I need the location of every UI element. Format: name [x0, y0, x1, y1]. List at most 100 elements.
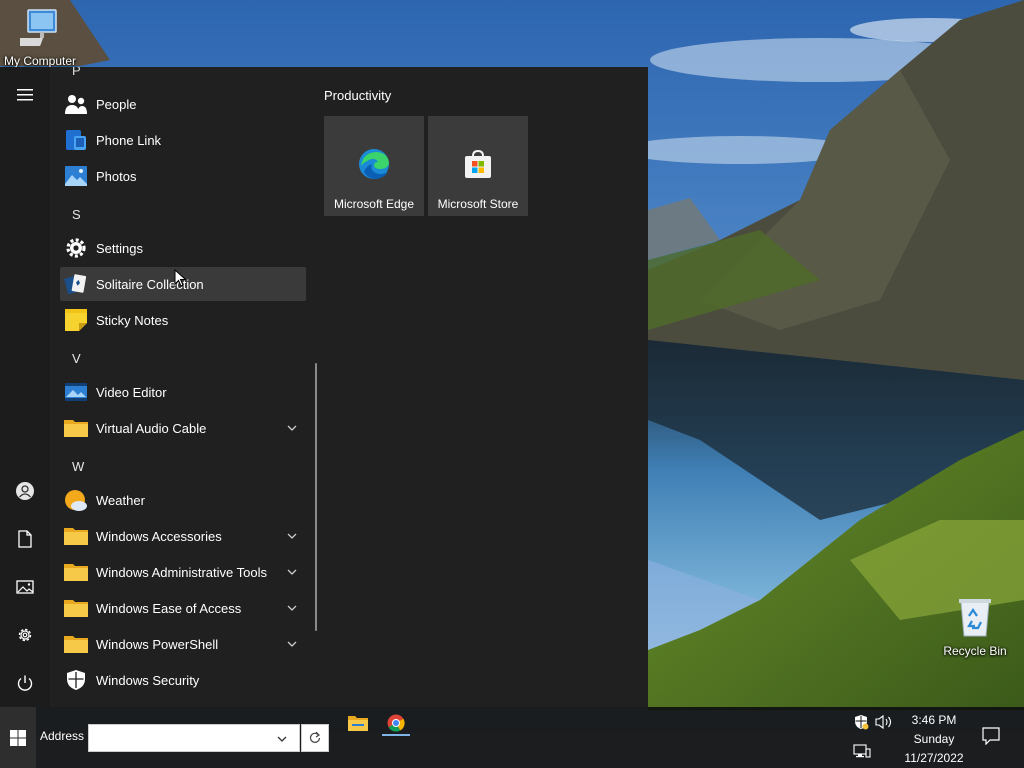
app-item-label: Weather — [96, 492, 145, 508]
active-app-indicator — [382, 734, 410, 736]
account-button[interactable] — [0, 467, 50, 515]
app-item-label: Windows Administrative Tools — [96, 564, 267, 580]
chevron-down-icon[interactable] — [275, 732, 289, 746]
power-icon — [17, 675, 33, 691]
folder-icon — [64, 560, 88, 584]
phone-link-icon — [64, 128, 88, 152]
picture-icon — [16, 580, 34, 594]
address-box — [88, 724, 300, 752]
app-item-people[interactable]: People — [60, 87, 306, 121]
app-item-windows-security[interactable]: Windows Security — [60, 663, 306, 697]
app-item-label: People — [96, 96, 137, 112]
refresh-icon — [309, 731, 321, 743]
app-item-video-editor[interactable]: Video Editor — [60, 375, 306, 409]
chrome-icon — [387, 714, 405, 732]
sticky-note-icon — [64, 308, 88, 332]
start-button[interactable] — [0, 707, 36, 768]
taskbar-file-explorer[interactable] — [338, 707, 378, 768]
address-go-button[interactable] — [301, 724, 329, 752]
photos-icon — [64, 164, 88, 188]
hamburger-icon — [17, 89, 33, 101]
windows-logo-icon — [10, 729, 26, 746]
app-item-label: Windows Security — [96, 672, 200, 688]
clock-day: Sunday — [913, 732, 955, 746]
address-toolbar-label: Address — [40, 729, 85, 743]
app-item-photos[interactable]: Photos — [60, 159, 306, 193]
app-item-label: Windows Ease of Access — [96, 600, 242, 616]
app-item-label: Windows Accessories — [96, 528, 222, 544]
people-icon — [64, 92, 88, 116]
chevron-down-icon[interactable] — [286, 422, 298, 434]
notification-icon[interactable] — [982, 727, 1000, 745]
tile-label: Microsoft Edge — [333, 197, 415, 211]
app-item-label: Sticky Notes — [96, 312, 169, 328]
app-list-scrollbar[interactable] — [315, 363, 317, 631]
gear-icon — [64, 236, 88, 260]
folder-icon — [64, 416, 88, 440]
settings-rail-button[interactable] — [0, 611, 50, 659]
app-item-label: Virtual Audio Cable — [96, 420, 207, 436]
expand-menu-button[interactable] — [0, 71, 50, 119]
taskbar-clock[interactable]: 3:46 PM Sunday 11/27/2022 — [898, 711, 970, 768]
letter-header-partial: P — [72, 67, 81, 77]
documents-button[interactable] — [0, 515, 50, 563]
network-icon[interactable] — [853, 744, 871, 760]
taskbar: Address 3:46 PM Sunday 11/27/2022 — [0, 707, 1024, 768]
address-input[interactable] — [89, 725, 273, 751]
app-item-label: Solitaire Collection — [96, 276, 204, 292]
letter-header-w[interactable]: W — [60, 449, 306, 483]
shield-icon — [64, 668, 88, 692]
video-editor-icon — [64, 380, 88, 404]
app-item-windows-administrative-tools[interactable]: Windows Administrative Tools — [60, 555, 306, 589]
app-item-label: Photos — [96, 168, 137, 184]
start-menu: P People Phone Link Photos S Settings So… — [0, 67, 648, 707]
pictures-button[interactable] — [0, 563, 50, 611]
app-item-windows-accessories[interactable]: Windows Accessories — [60, 519, 306, 553]
weather-icon — [64, 488, 88, 512]
clock-time: 3:46 PM — [911, 713, 957, 727]
app-item-settings[interactable]: Settings — [60, 231, 306, 265]
tile-microsoft-store[interactable]: Microsoft Store — [428, 116, 528, 216]
app-item-label: Video Editor — [96, 384, 167, 400]
user-icon — [16, 482, 34, 500]
edge-icon — [359, 149, 389, 179]
letter-header-v[interactable]: V — [60, 341, 306, 375]
desktop-icon-label: Recycle Bin — [943, 644, 1007, 658]
app-list: P People Phone Link Photos S Settings So… — [60, 67, 308, 707]
start-rail — [0, 67, 50, 707]
document-icon — [18, 530, 32, 548]
volume-icon[interactable] — [875, 714, 893, 730]
app-item-windows-ease-of-access[interactable]: Windows Ease of Access — [60, 591, 306, 625]
app-item-label: Windows PowerShell — [96, 636, 219, 652]
app-item-label: Settings — [96, 240, 143, 256]
folder-icon — [64, 596, 88, 620]
app-item-windows-powershell[interactable]: Windows PowerShell — [60, 627, 306, 661]
tile-label: Microsoft Store — [437, 197, 519, 211]
taskbar-chrome[interactable] — [376, 707, 416, 768]
desktop-icon-recycle-bin[interactable]: Recycle Bin — [938, 596, 1012, 658]
desktop-icon-my-computer[interactable]: My Computer — [0, 8, 80, 68]
tile-group-title[interactable]: Productivity — [324, 88, 391, 103]
file-explorer-icon — [348, 716, 368, 731]
tile-microsoft-edge[interactable]: Microsoft Edge — [324, 116, 424, 216]
letter-header-s[interactable]: S — [60, 197, 306, 231]
folder-icon — [64, 524, 88, 548]
chevron-down-icon[interactable] — [286, 638, 298, 650]
chevron-down-icon[interactable] — [286, 566, 298, 578]
clock-date: 11/27/2022 — [904, 751, 964, 765]
mouse-cursor — [174, 269, 186, 287]
app-item-sticky-notes[interactable]: Sticky Notes — [60, 303, 306, 337]
cards-icon — [64, 272, 88, 296]
recycle-bin-icon — [959, 599, 991, 637]
gear-icon — [18, 628, 32, 642]
app-item-label: Phone Link — [96, 132, 162, 148]
app-item-virtual-audio-cable[interactable]: Virtual Audio Cable — [60, 411, 306, 445]
store-icon — [465, 149, 491, 178]
chevron-down-icon[interactable] — [286, 530, 298, 542]
desktop-icon-label: My Computer — [3, 54, 77, 68]
app-item-phone-link[interactable]: Phone Link — [60, 123, 306, 157]
app-item-weather[interactable]: Weather — [60, 483, 306, 517]
power-button[interactable] — [0, 659, 50, 707]
windows-security-tray-icon[interactable] — [853, 714, 869, 730]
chevron-down-icon[interactable] — [286, 602, 298, 614]
